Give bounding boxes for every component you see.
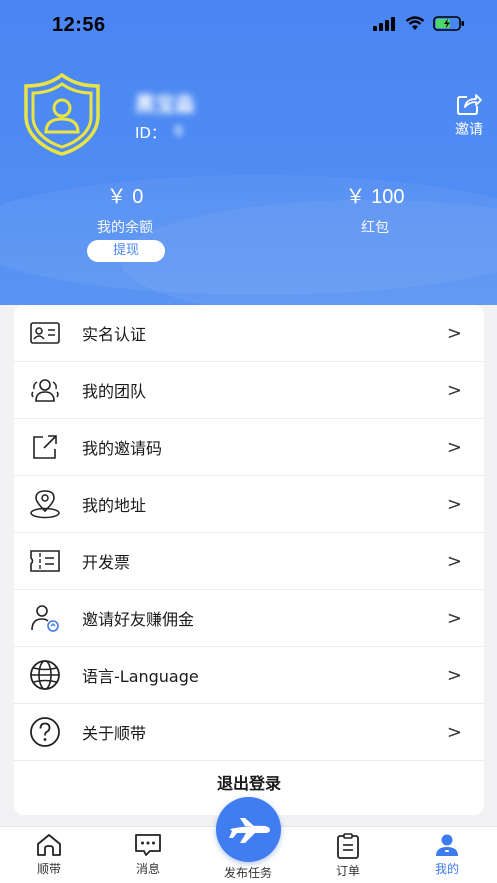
- menu-card: 实名认证 > 我的团队 > 我的邀请码 > 我的地址 > 开发票 > 邀请好友赚…: [14, 305, 484, 815]
- tab-label: 我的: [434, 862, 459, 876]
- withdraw-button[interactable]: 提现: [87, 240, 165, 262]
- user-icon: [436, 834, 458, 856]
- globe-icon: [28, 658, 62, 692]
- wifi-icon: [405, 16, 425, 30]
- location-icon: [28, 487, 62, 521]
- plane-icon: [228, 817, 270, 843]
- menu-item-label: 我的邀请码: [82, 439, 163, 458]
- home-icon: [37, 834, 61, 856]
- help-icon: [28, 715, 62, 749]
- share-icon: [457, 94, 482, 115]
- profile-header: 12:56 黑宝淼 ID： 6 邀请 ￥ 0 我的余额 提现 ￥ 100 红包: [0, 0, 497, 305]
- red-packet-block[interactable]: ￥ 100 红包: [325, 180, 425, 237]
- tab-label: 订单: [335, 864, 360, 878]
- id-card-icon: [28, 316, 62, 350]
- status-icons: [373, 16, 465, 31]
- invoice-icon: [28, 544, 62, 578]
- chevron-right-icon: >: [446, 493, 462, 515]
- invite-label: 邀请: [455, 122, 483, 138]
- menu-item-team[interactable]: 我的团队 >: [14, 362, 484, 419]
- tab-orders[interactable]: 订单: [313, 833, 383, 879]
- menu-item-label: 邀请好友赚佣金: [82, 610, 195, 629]
- invite-friend-icon: [28, 601, 62, 635]
- tab-mine[interactable]: 我的: [412, 833, 482, 877]
- menu-item-label: 我的团队: [82, 382, 147, 401]
- signal-icon: [373, 16, 395, 31]
- status-time: 12:56: [52, 14, 106, 36]
- order-icon: [337, 833, 359, 859]
- tab-label: 消息: [135, 862, 160, 876]
- menu-item-address[interactable]: 我的地址 >: [14, 476, 484, 533]
- tab-label: 顺带: [36, 862, 61, 876]
- share-icon: [28, 430, 62, 464]
- tab-messages[interactable]: 消息: [113, 833, 183, 877]
- user-id-row: ID： 6: [135, 122, 184, 143]
- menu-item-invoice[interactable]: 开发票 >: [14, 533, 484, 590]
- message-icon: [135, 834, 161, 856]
- menu-item-invite-code[interactable]: 我的邀请码 >: [14, 419, 484, 476]
- chevron-right-icon: >: [446, 721, 462, 743]
- menu-item-label: 开发票: [82, 553, 131, 572]
- menu-item-real-name[interactable]: 实名认证 >: [14, 305, 484, 362]
- balance-block[interactable]: ￥ 0 我的余额: [75, 180, 175, 237]
- menu-item-about[interactable]: 关于顺带 >: [14, 704, 484, 761]
- balance-label: 我的余额: [97, 220, 153, 236]
- menu-item-label: 关于顺带: [82, 724, 147, 743]
- team-icon: [28, 373, 62, 407]
- publish-task-button[interactable]: [216, 797, 281, 862]
- menu-item-language[interactable]: 语言-Language >: [14, 647, 484, 704]
- red-packet-label: 红包: [361, 220, 389, 236]
- tab-home[interactable]: 顺带: [14, 833, 84, 877]
- menu-item-label: 我的地址: [82, 496, 147, 515]
- chevron-right-icon: >: [446, 550, 462, 572]
- menu-item-label: 语言-Language: [82, 667, 199, 686]
- username: 黑宝淼: [135, 92, 195, 116]
- user-id-label: ID：: [135, 124, 166, 142]
- chevron-right-icon: >: [446, 607, 462, 629]
- chevron-right-icon: >: [446, 664, 462, 686]
- balance-amount: ￥ 0: [106, 186, 144, 208]
- avatar-shield-icon[interactable]: [22, 72, 102, 156]
- invite-button[interactable]: 邀请: [450, 92, 488, 139]
- menu-item-label: 实名认证: [82, 325, 147, 344]
- chevron-right-icon: >: [446, 379, 462, 401]
- chevron-right-icon: >: [446, 436, 462, 458]
- battery-icon: [433, 16, 464, 31]
- menu-item-invite-friends[interactable]: 邀请好友赚佣金 >: [14, 590, 484, 647]
- publish-task-label: 发布任务: [223, 866, 272, 880]
- user-id-value: 6: [173, 122, 184, 140]
- chevron-right-icon: >: [446, 322, 462, 344]
- red-packet-amount: ￥ 100: [345, 186, 405, 208]
